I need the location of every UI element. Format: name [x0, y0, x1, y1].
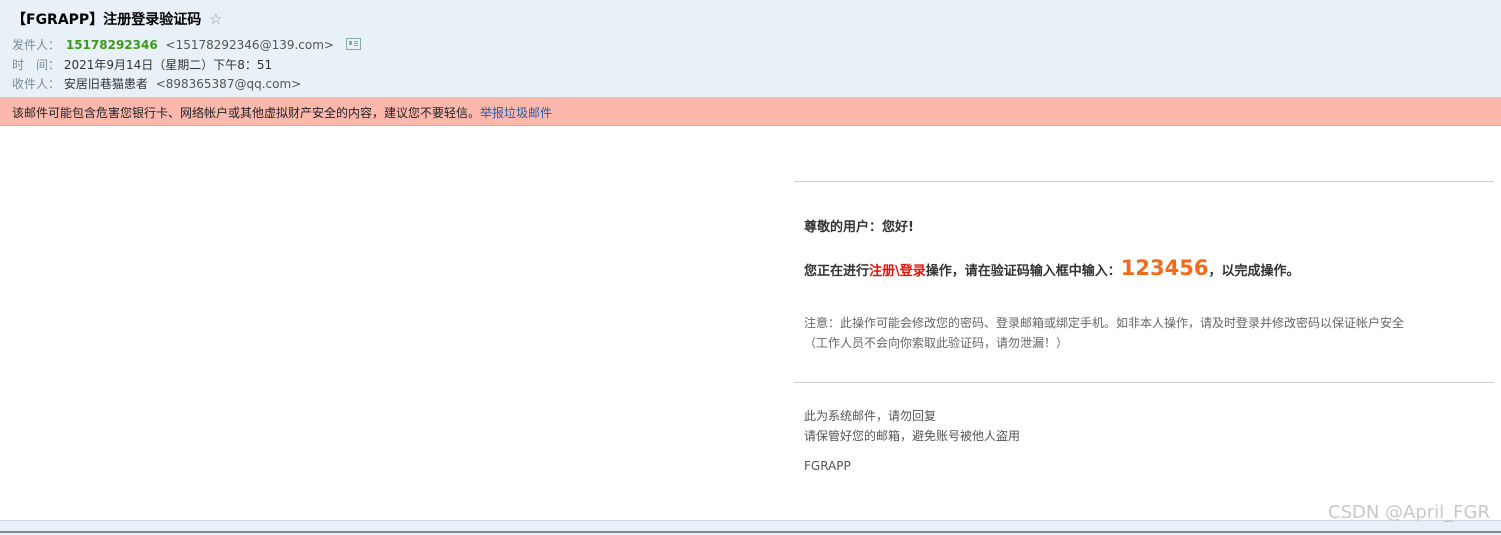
sender-address: <15178292346@139.com> — [165, 38, 334, 52]
instruction-suffix: ，以完成操作。 — [1208, 264, 1300, 279]
report-spam-link[interactable]: 举报垃圾邮件 — [480, 106, 552, 120]
contact-card-icon[interactable] — [345, 38, 361, 50]
signature: FGRAPP — [804, 459, 851, 473]
bottom-border — [0, 531, 1501, 533]
note-line-2: （工作人员不会向你索取此验证码，请勿泄漏！） — [804, 336, 1069, 350]
recipient-name: 安居旧巷猫患者 — [63, 77, 148, 91]
star-icon[interactable]: ☆ — [209, 10, 222, 28]
footer-line-2: 请保管好您的邮箱，避免账号被他人盗用 — [804, 429, 1021, 443]
divider-bottom — [794, 382, 1494, 383]
greeting: 尊敬的用户：您好! — [804, 220, 914, 235]
email-subject: 【FGRAPP】注册登录验证码 ☆ — [12, 9, 223, 29]
verification-instruction: 您正在进行注册\登录操作，请在验证码输入框中输入：123456，以完成操作。 — [804, 256, 1299, 280]
security-warning-banner: 该邮件可能包含危害您银行卡、网络帐户或其他虚拟财产安全的内容，建议您不要轻信。举… — [0, 97, 1501, 126]
time-row: 时 间： 2021年9月14日（星期二）下午8：51 — [12, 56, 272, 73]
divider-top — [794, 181, 1494, 182]
email-header: 【FGRAPP】注册登录验证码 ☆ 发件人： 15178292346 <1517… — [0, 0, 1501, 97]
recipient-address: <898365387@qq.com> — [155, 77, 302, 91]
instruction-prefix: 您正在进行 — [804, 264, 870, 279]
instruction-middle: 操作，请在验证码输入框中输入： — [925, 264, 1121, 279]
note-line-1: 注意：此操作可能会修改您的密码、登录邮箱或绑定手机。如非本人操作，请及时登录并修… — [804, 316, 1405, 330]
sender-label: 发件人： — [12, 38, 61, 52]
warning-message: 该邮件可能包含危害您银行卡、网络帐户或其他虚拟财产安全的内容，建议您不要轻信。 — [12, 106, 481, 120]
watermark: CSDN @April_FGR — [1328, 502, 1490, 523]
recipient-label: 收件人： — [12, 77, 61, 91]
instruction-action: 注册\登录 — [869, 264, 926, 279]
warning-text: 该邮件可能包含危害您银行卡、网络帐户或其他虚拟财产安全的内容，建议您不要轻信。举… — [12, 104, 552, 121]
verification-code: 123456 — [1120, 256, 1209, 280]
sender-row: 发件人： 15178292346 <15178292346@139.com> — [12, 36, 361, 53]
subject-text: 【FGRAPP】注册登录验证码 — [12, 12, 202, 28]
footer-line-1: 此为系统邮件，请勿回复 — [804, 409, 937, 423]
time-value: 2021年9月14日（星期二）下午8：51 — [63, 58, 273, 72]
time-label: 时 间： — [12, 58, 61, 72]
recipient-row: 收件人： 安居旧巷猫患者 <898365387@qq.com> — [12, 75, 301, 92]
sender-name-link[interactable]: 15178292346 — [66, 38, 158, 52]
